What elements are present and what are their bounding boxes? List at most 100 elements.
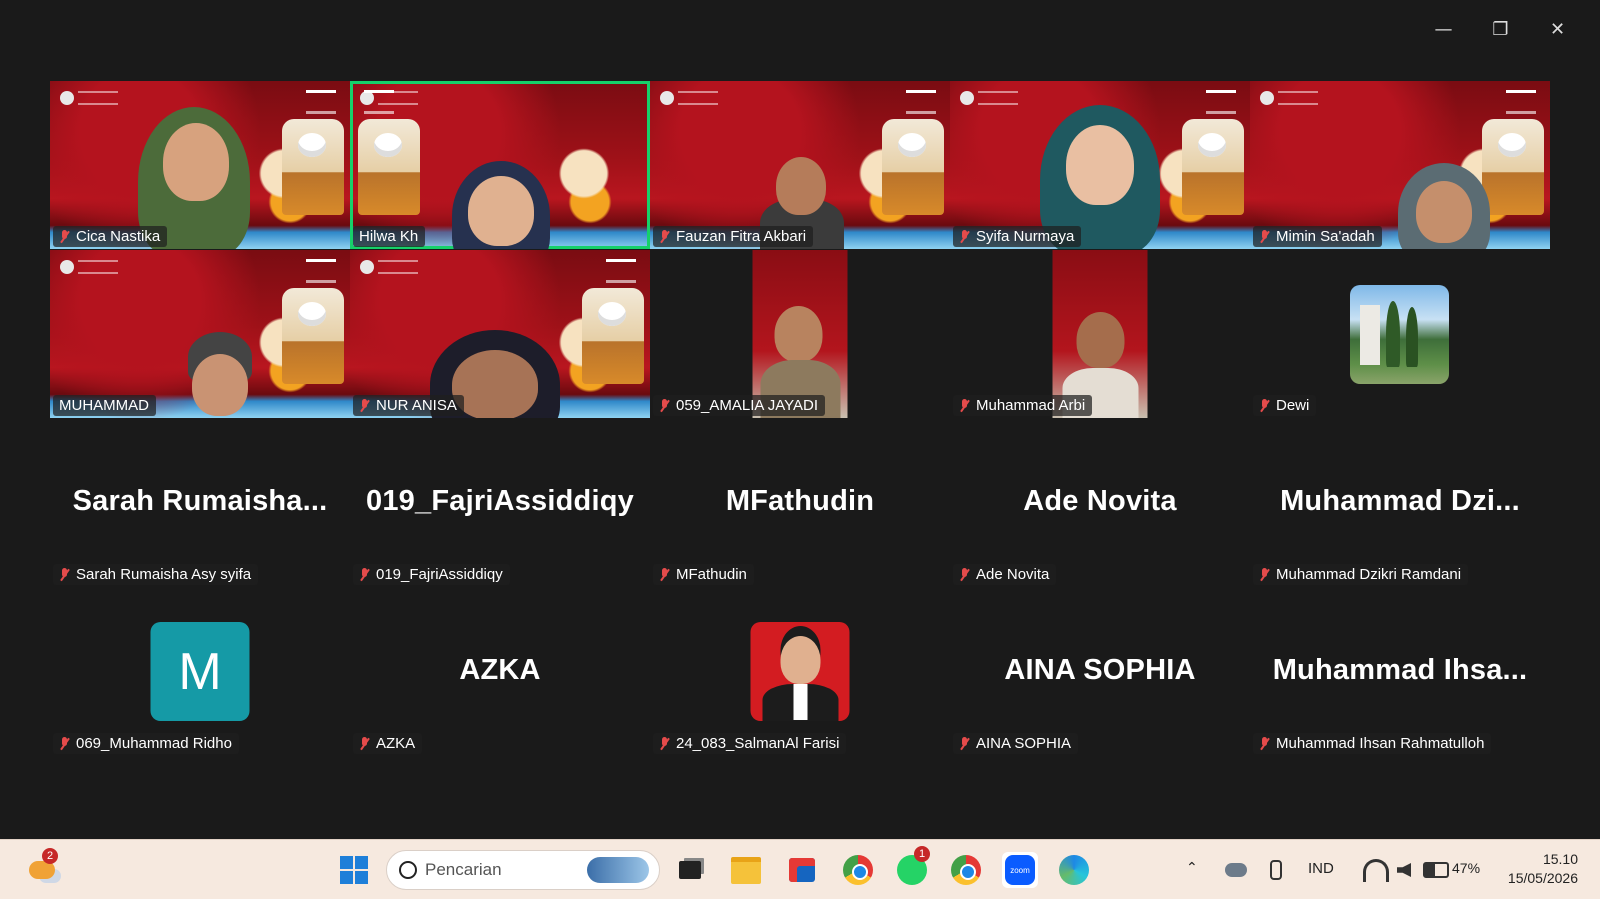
participant-tile[interactable]: 059_AMALIA JAYADI xyxy=(650,250,950,418)
person-shirt xyxy=(793,684,808,720)
ship-graphic xyxy=(1482,119,1544,215)
windows-taskbar: 2 Pencarian 1 zoom ⌃ IND 47% 15.10 15/05… xyxy=(0,839,1600,899)
task-view-icon[interactable] xyxy=(672,852,708,888)
ship-graphic xyxy=(282,119,344,215)
campus-logo xyxy=(60,89,120,107)
volume-icon[interactable] xyxy=(1386,852,1422,888)
taskbar-search-box[interactable]: Pencarian xyxy=(386,850,660,890)
participant-name-tag: Dewi xyxy=(1253,395,1317,416)
microphone-icon[interactable] xyxy=(1258,852,1294,888)
minimize-icon[interactable]: — xyxy=(1415,14,1472,44)
participant-tile[interactable]: MFathudin MFathudin xyxy=(650,419,950,587)
file-explorer-icon[interactable] xyxy=(728,852,764,888)
participant-name-tag: Hilwa Kh xyxy=(353,226,426,247)
participant-display-name: Muhammad Dzi... xyxy=(1280,485,1520,517)
participant-name-tag: NUR ANISA xyxy=(353,395,464,416)
building-graphic xyxy=(1360,305,1380,365)
profile-photo xyxy=(750,622,850,721)
mic-muted-icon xyxy=(659,398,670,413)
person-face xyxy=(192,354,248,416)
search-highlight-icon xyxy=(587,857,649,883)
person-face xyxy=(1416,181,1472,243)
avatar: M xyxy=(150,622,250,721)
edge-icon[interactable] xyxy=(1056,852,1092,888)
notification-badge: 1 xyxy=(914,846,930,862)
participant-tile[interactable]: 24_083_SalmanAl Farisi xyxy=(650,588,950,756)
zoom-icon[interactable]: zoom xyxy=(1002,852,1038,888)
participant-video xyxy=(752,250,848,418)
restore-icon[interactable]: ❐ xyxy=(1472,14,1529,44)
mic-muted-icon xyxy=(1259,229,1270,244)
ship-graphic xyxy=(582,288,644,384)
participant-tile[interactable]: Cica Nastika xyxy=(50,81,350,249)
tree-graphic xyxy=(1386,301,1400,367)
participant-tile[interactable]: Dewi xyxy=(1250,250,1550,418)
participant-tile[interactable]: Fauzan Fitra Akbari xyxy=(650,81,950,249)
participant-name-tag: Muhammad Arbi xyxy=(953,395,1093,416)
participant-name-tag: Sarah Rumaisha Asy syifa xyxy=(53,564,259,585)
mic-muted-icon xyxy=(959,567,970,582)
ship-graphic xyxy=(282,288,344,384)
mic-muted-icon xyxy=(59,567,70,582)
participant-name-tag: Mimin Sa'adah xyxy=(1253,226,1382,247)
participant-tile[interactable]: 019_FajriAssiddiqy 019_FajriAssiddiqy xyxy=(350,419,650,587)
participant-display-name: Sarah Rumaisha... xyxy=(72,485,328,517)
participant-tile[interactable]: Muhammad Dzi... Muhammad Dzikri Ramdani xyxy=(1250,419,1550,587)
close-icon[interactable]: ✕ xyxy=(1529,14,1586,44)
start-icon[interactable] xyxy=(336,852,372,888)
participant-tile[interactable]: Muhammad Ihsa... Muhammad Ihsan Rahmatul… xyxy=(1250,588,1550,756)
participant-tile[interactable]: Muhammad Arbi xyxy=(950,250,1250,418)
ship-graphic xyxy=(358,119,420,215)
participant-tile[interactable]: Sarah Rumaisha... Sarah Rumaisha Asy syi… xyxy=(50,419,350,587)
participant-display-name: 019_FajriAssiddiqy xyxy=(366,485,634,517)
participant-tile-active-speaker[interactable]: Hilwa Kh xyxy=(350,81,650,249)
participant-tile[interactable]: M 069_Muhammad Ridho xyxy=(50,588,350,756)
notification-badge: 2 xyxy=(42,848,58,864)
person-face xyxy=(1076,312,1125,368)
whatsapp-icon[interactable]: 1 xyxy=(894,846,930,888)
mic-muted-icon xyxy=(359,567,370,582)
event-logo xyxy=(906,90,936,114)
battery-icon[interactable] xyxy=(1418,852,1454,888)
chevron-up-icon[interactable]: ⌃ xyxy=(1186,860,1198,876)
participant-name-tag: MFathudin xyxy=(653,564,754,585)
participant-tile[interactable]: Mimin Sa'adah xyxy=(1250,81,1550,249)
chrome-profile-icon[interactable] xyxy=(948,852,984,888)
search-icon xyxy=(399,861,417,879)
microsoft-store-icon[interactable] xyxy=(784,852,820,888)
participant-name-tag: Cica Nastika xyxy=(53,226,168,247)
mic-muted-icon xyxy=(359,736,370,751)
participant-tile[interactable]: Syifa Nurmaya xyxy=(950,81,1250,249)
system-clock[interactable]: 15.10 15/05/2026 xyxy=(1508,850,1578,888)
participant-display-name: Muhammad Ihsa... xyxy=(1272,654,1528,686)
chrome-icon[interactable] xyxy=(840,852,876,888)
clock-date: 15/05/2026 xyxy=(1507,870,1578,886)
event-logo xyxy=(306,90,336,114)
tree-graphic xyxy=(1406,307,1418,367)
participant-tile[interactable]: Ade Novita Ade Novita xyxy=(950,419,1250,587)
mic-muted-icon xyxy=(959,736,970,751)
mic-muted-icon xyxy=(1259,398,1270,413)
participant-video xyxy=(1052,250,1148,418)
mic-muted-icon xyxy=(659,567,670,582)
mic-muted-icon xyxy=(59,229,70,244)
participant-name-tag: MUHAMMAD xyxy=(53,395,156,416)
campus-logo xyxy=(1260,89,1320,107)
participant-tile[interactable]: AZKA AZKA xyxy=(350,588,650,756)
participant-name-tag: Syifa Nurmaya xyxy=(953,226,1082,247)
participant-tile[interactable]: AINA SOPHIA AINA SOPHIA xyxy=(950,588,1250,756)
weather-widget-icon[interactable]: 2 xyxy=(24,848,60,888)
event-logo xyxy=(1506,90,1536,114)
profile-photo xyxy=(1350,285,1449,384)
campus-logo xyxy=(60,258,120,276)
onedrive-icon[interactable] xyxy=(1218,852,1254,888)
participant-display-name: Ade Novita xyxy=(1023,485,1177,517)
ship-graphic xyxy=(882,119,944,215)
ship-graphic xyxy=(1182,119,1244,215)
language-indicator[interactable]: IND xyxy=(1308,860,1334,877)
campus-logo xyxy=(660,89,720,107)
participant-name-tag: Fauzan Fitra Akbari xyxy=(653,226,814,247)
participant-tile[interactable]: NUR ANISA xyxy=(350,250,650,418)
mic-muted-icon xyxy=(959,398,970,413)
participant-tile[interactable]: MUHAMMAD xyxy=(50,250,350,418)
